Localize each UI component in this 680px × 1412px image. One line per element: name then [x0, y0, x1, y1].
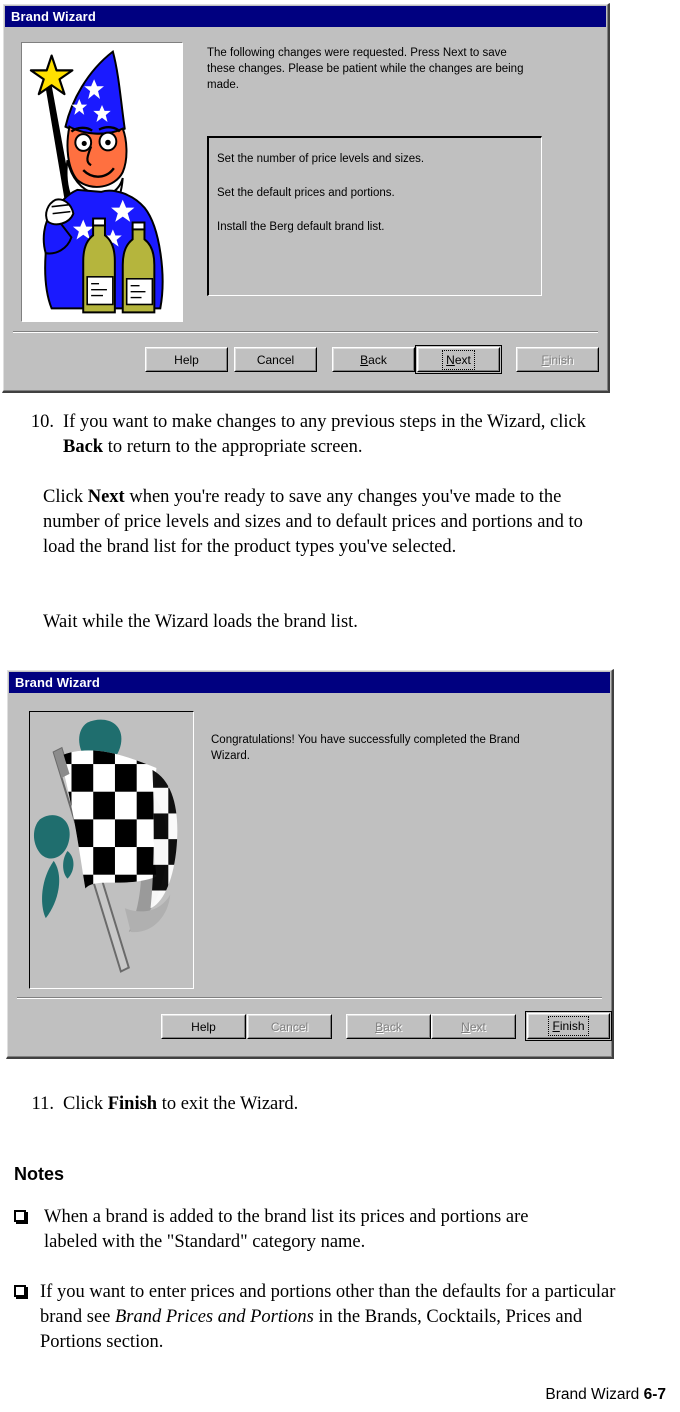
checkered-flag-illustration-frame [29, 711, 194, 989]
step-10-para2-a: Click [43, 487, 88, 507]
step-10-item: 10. If you want to make changes to any p… [10, 410, 610, 460]
help-button-label: Help [191, 1019, 216, 1034]
checkered-flag-icon [30, 712, 193, 988]
page-footer: Brand Wizard 6-7 [545, 1386, 666, 1404]
step-10-text-a: If you want to make changes to any previ… [63, 412, 586, 432]
notes-heading: Notes [14, 1164, 65, 1184]
dialog-content-area: The following changes were requested. Pr… [5, 27, 606, 389]
button-row-separator [13, 331, 598, 333]
brand-wizard-dialog-summary: Brand Wizard The following changes were … [2, 3, 610, 393]
brand-wizard-dialog-complete: Brand Wizard Congratulations! You have s… [6, 669, 614, 1059]
finish-button[interactable]: Finish [527, 1013, 610, 1039]
dialog-content-area: Congratulations! You have successfully c… [9, 693, 612, 1055]
dialog-prompt-text: The following changes were requested. Pr… [207, 47, 524, 91]
checkbox-bullet-icon [14, 1285, 26, 1297]
back-button[interactable]: Back [332, 347, 415, 372]
step-10-bold-next: Next [87, 487, 125, 507]
next-button-default-frame: Next [415, 345, 502, 374]
step-10-number: 10. [30, 412, 54, 432]
step-11-text: Click Finish to exit the Wizard. [63, 1092, 608, 1117]
cancel-button[interactable]: Cancel [234, 347, 317, 372]
finish-button-label: Finish [541, 352, 574, 367]
step-10-bold-back: Back [63, 437, 104, 457]
step-11-item: 11. Click Finish to exit the Wizard. [10, 1092, 610, 1117]
wizard-with-bottles-icon [22, 43, 182, 321]
dialog-titlebar: Brand Wizard [9, 672, 610, 693]
help-button-label: Help [174, 352, 199, 367]
list-item: Install the Berg default brand list. [217, 221, 385, 233]
cancel-button-label: Cancel [270, 1019, 309, 1034]
list-item: Set the number of price levels and sizes… [217, 153, 425, 165]
footer-page-number: 6-7 [643, 1386, 666, 1403]
checkbox-bullet-icon [14, 1210, 26, 1222]
finish-button: Finish [516, 347, 599, 372]
step-11-bold-finish: Finish [107, 1094, 158, 1114]
note-list-item: When a brand is added to the brand list … [0, 1205, 600, 1255]
step-11-text-a: Click [63, 1094, 108, 1114]
cancel-button: Cancel [247, 1014, 332, 1039]
dialog-titlebar: Brand Wizard [5, 6, 606, 27]
step-10-para2-b: when you're ready to save any changes yo… [43, 487, 583, 557]
dialog-title-text: Brand Wizard [15, 675, 100, 690]
dialog-prompt-text: Congratulations! You have successfully c… [211, 734, 520, 762]
step-11-text-b: to exit the Wizard. [157, 1094, 299, 1114]
step-10-text-b: to return to the appropriate screen. [103, 437, 363, 457]
dialog-title-text: Brand Wizard [11, 9, 96, 24]
next-button: Next [431, 1014, 516, 1039]
list-item: Set the default prices and portions. [217, 187, 395, 199]
note-2-italic-reference: Brand Prices and Portions [115, 1307, 314, 1327]
footer-label: Brand Wizard [545, 1386, 644, 1403]
step-10-paragraph-2: Click Next when you're ready to save any… [43, 485, 598, 560]
note-list-item: If you want to enter prices and portions… [0, 1280, 640, 1355]
button-row-separator [17, 997, 602, 999]
help-button[interactable]: Help [145, 347, 228, 372]
wizard-illustration-frame [21, 42, 183, 322]
back-button-label: Back [360, 352, 387, 367]
note-text: When a brand is added to the brand list … [44, 1207, 529, 1252]
note-text: If you want to enter prices and portions… [40, 1280, 620, 1355]
step-10-paragraph-3: Wait while the Wizard loads the brand li… [43, 612, 358, 632]
cancel-button-label: Cancel [256, 352, 295, 367]
back-button: Back [346, 1014, 431, 1039]
requested-changes-listbox[interactable]: Set the number of price levels and sizes… [207, 136, 542, 296]
next-button[interactable]: Next [417, 347, 500, 372]
step-11-number: 11. [31, 1094, 54, 1114]
back-button-label: Back [375, 1019, 402, 1034]
next-button-label: Next [461, 1019, 486, 1034]
next-button-label: Next [442, 349, 475, 370]
finish-button-default-frame: Finish [525, 1011, 612, 1041]
finish-button-label: Finish [548, 1016, 589, 1036]
step-10-text: If you want to make changes to any previ… [63, 410, 608, 460]
help-button[interactable]: Help [161, 1014, 246, 1039]
